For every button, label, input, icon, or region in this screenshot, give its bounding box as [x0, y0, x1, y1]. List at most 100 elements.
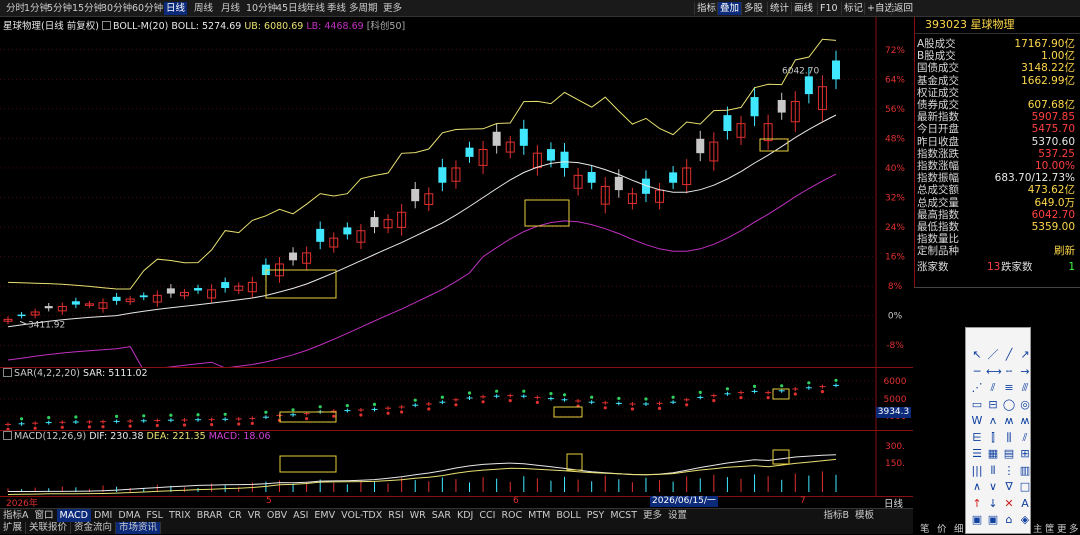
- period-tab[interactable]: 季线: [325, 2, 348, 15]
- indicator-tab[interactable]: BRAR: [194, 509, 226, 522]
- side-tab[interactable]: 多: [1069, 521, 1079, 535]
- period-tab[interactable]: 更多: [381, 2, 404, 15]
- drawing-tool-icon[interactable]: →: [1018, 365, 1032, 379]
- drawing-tool-icon[interactable]: ⋿: [970, 431, 984, 445]
- drawing-tool-icon[interactable]: |||: [970, 464, 984, 478]
- indicator-tab[interactable]: MTM: [525, 509, 553, 522]
- drawing-tool-icon[interactable]: ∧: [970, 480, 984, 494]
- indicator-tab[interactable]: FSL: [143, 509, 166, 522]
- drawing-tool-icon[interactable]: ◎: [1018, 398, 1032, 412]
- sar-chart[interactable]: 600050004000: [0, 367, 913, 430]
- toolbar-button[interactable]: 指标: [694, 2, 718, 15]
- toolbar-button[interactable]: 画线: [791, 2, 815, 15]
- indicator-tab[interactable]: ASI: [290, 509, 311, 522]
- indicator-tab[interactable]: CCI: [476, 509, 498, 522]
- indicator-tab[interactable]: MACD: [56, 509, 91, 522]
- indicator-tab[interactable]: VR: [245, 509, 264, 522]
- side-tab[interactable]: 价: [937, 521, 947, 535]
- macd-chart[interactable]: 300. 150.: [0, 430, 913, 496]
- period-tab[interactable]: 周线: [192, 2, 215, 15]
- side-tab[interactable]: 更: [1057, 521, 1067, 535]
- drawing-tool-icon[interactable]: ▣: [986, 513, 1000, 527]
- drawing-tool-icon[interactable]: ⌂: [1002, 513, 1016, 527]
- quote-value[interactable]: 刷新: [1054, 245, 1075, 257]
- drawing-tool-icon[interactable]: ⟷: [986, 365, 1002, 379]
- drawing-tool-icon[interactable]: ʍ: [1018, 414, 1032, 428]
- drawing-tool-icon[interactable]: ⫽: [986, 381, 1000, 395]
- drawing-tool-icon[interactable]: ／: [986, 348, 1000, 362]
- drawing-tool-icon[interactable]: ╌: [1002, 365, 1016, 379]
- drawing-tool-icon[interactable]: ⊟: [986, 398, 1000, 412]
- bottom-panel-tab[interactable]: 资金流向: [71, 522, 117, 534]
- drawing-tool-icon[interactable]: ⫻: [1018, 381, 1032, 395]
- drawing-tool-icon[interactable]: ʌ: [986, 414, 1000, 428]
- indicator-tab[interactable]: 指标A: [0, 509, 32, 522]
- toolbar-button[interactable]: 标记: [841, 2, 865, 15]
- drawing-tool-icon[interactable]: ⦀: [986, 464, 1000, 478]
- bottom-panel-tab[interactable]: 关联报价: [26, 522, 72, 534]
- drawing-tool-icon[interactable]: ∇: [1002, 480, 1016, 494]
- drawing-tool-icon[interactable]: ☰: [970, 447, 984, 461]
- indicator-tab[interactable]: ROC: [498, 509, 525, 522]
- drawing-tool-icon[interactable]: ⋰: [970, 381, 984, 395]
- drawing-tool-icon[interactable]: ≡: [1002, 381, 1016, 395]
- drawing-tool-icon[interactable]: ⫼: [1002, 431, 1016, 445]
- sar-pane[interactable]: SAR(4,2,2,20) SAR: 5111.02 600050004000 …: [0, 367, 913, 431]
- drawing-tool-icon[interactable]: A: [1018, 497, 1032, 511]
- drawing-tool-icon[interactable]: ↓: [986, 497, 1000, 511]
- drawing-tool-icon[interactable]: ∨: [986, 480, 1000, 494]
- drawing-tool-icon[interactable]: ⋮: [1002, 464, 1016, 478]
- drawing-tool-icon[interactable]: ↗: [1018, 348, 1032, 362]
- drawing-tool-icon[interactable]: ⫿: [986, 431, 1000, 445]
- indicator-tab[interactable]: VOL-TDX: [338, 509, 385, 522]
- indicator-tab[interactable]: DMA: [115, 509, 143, 522]
- indicator-tab[interactable]: MCST: [607, 509, 640, 522]
- indicator-tab[interactable]: CR: [226, 509, 245, 522]
- drawing-tool-icon[interactable]: □: [1018, 480, 1032, 494]
- period-tab[interactable]: 日线: [164, 2, 188, 15]
- drawing-tool-icon[interactable]: ʍ: [1002, 414, 1016, 428]
- drawing-tool-icon[interactable]: ▣: [970, 513, 984, 527]
- indicator-tab[interactable]: PSY: [584, 509, 608, 522]
- drawing-tools-palette[interactable]: ↖ ／ ╱ ↗ ─ ⟷ ╌ → ⋰ ⫽ ≡ ⫻ ▭ ⊟ ◯ ◎ Wʌ ʍ ʍ ⋿ ⫿ ⫼ ⫽ ☰ ▦ ▤ ⊞ ||| ⦀ ⋮ ▥ ∧ ∨ ∇ □ ↑ ↓…: [965, 327, 1031, 534]
- drawing-tool-icon[interactable]: ▥: [1018, 464, 1032, 478]
- template-tab[interactable]: 模板: [852, 509, 877, 522]
- drawing-tool-icon[interactable]: ⫽: [1018, 431, 1032, 445]
- period-tab[interactable]: 30分钟: [99, 2, 134, 15]
- drawing-tool-icon[interactable]: ▤: [1002, 447, 1016, 461]
- toolbar-button[interactable]: 多股: [741, 2, 765, 15]
- indicator-tab[interactable]: 更多: [640, 509, 665, 522]
- toolbar-button[interactable]: 叠加: [717, 2, 742, 15]
- indicator-tab[interactable]: DMI: [91, 509, 115, 522]
- indicator-tab[interactable]: 设置: [665, 509, 690, 522]
- toolbar-button[interactable]: 统计: [767, 2, 791, 15]
- indicator-tab[interactable]: WR: [407, 509, 429, 522]
- indicator-tab[interactable]: BOLL: [553, 509, 583, 522]
- indicator-tab[interactable]: OBV: [264, 509, 290, 522]
- toolbar-button[interactable]: F10: [817, 2, 840, 15]
- template-tab[interactable]: 指标B: [820, 509, 852, 522]
- drawing-tool-icon[interactable]: ✕: [1002, 497, 1016, 511]
- indicator-tab[interactable]: KDJ: [454, 509, 476, 522]
- side-tab[interactable]: 细: [954, 521, 964, 535]
- drawing-tool-icon[interactable]: ╱: [1002, 348, 1016, 362]
- side-tab[interactable]: 筐: [1045, 521, 1055, 535]
- indicator-tab[interactable]: RSI: [385, 509, 406, 522]
- drawing-tool-icon[interactable]: ↖: [970, 348, 984, 362]
- bottom-panel-tab[interactable]: 市场资讯: [116, 522, 162, 534]
- kline-pane[interactable]: 星球物理(日线 前复权) BOLL-M(20) BOLL: 5274.69 UB…: [0, 17, 913, 368]
- kline-chart[interactable]: 72% 64% 56% 48% 40% 32% 24% 16% 8% 0% -8% 3411.92 60…: [0, 17, 913, 367]
- indicator-tab[interactable]: TRIX: [166, 509, 194, 522]
- drawing-tool-icon[interactable]: ⊞: [1018, 447, 1032, 461]
- drawing-tool-icon[interactable]: ▭: [970, 398, 984, 412]
- drawing-tool-icon[interactable]: ◈: [1018, 513, 1032, 527]
- period-tab[interactable]: 月线: [219, 2, 242, 15]
- bottom-panel-tab[interactable]: 扩展: [0, 522, 27, 534]
- period-tab[interactable]: 60分钟: [130, 2, 165, 15]
- period-tab[interactable]: 多周期: [347, 2, 380, 15]
- drawing-tool-icon[interactable]: ↑: [970, 497, 984, 511]
- toolbar-button[interactable]: 返回: [891, 2, 915, 15]
- drawing-tool-icon[interactable]: W: [970, 414, 984, 428]
- indicator-tab[interactable]: EMV: [311, 509, 338, 522]
- drawing-tool-icon[interactable]: ─: [970, 365, 984, 379]
